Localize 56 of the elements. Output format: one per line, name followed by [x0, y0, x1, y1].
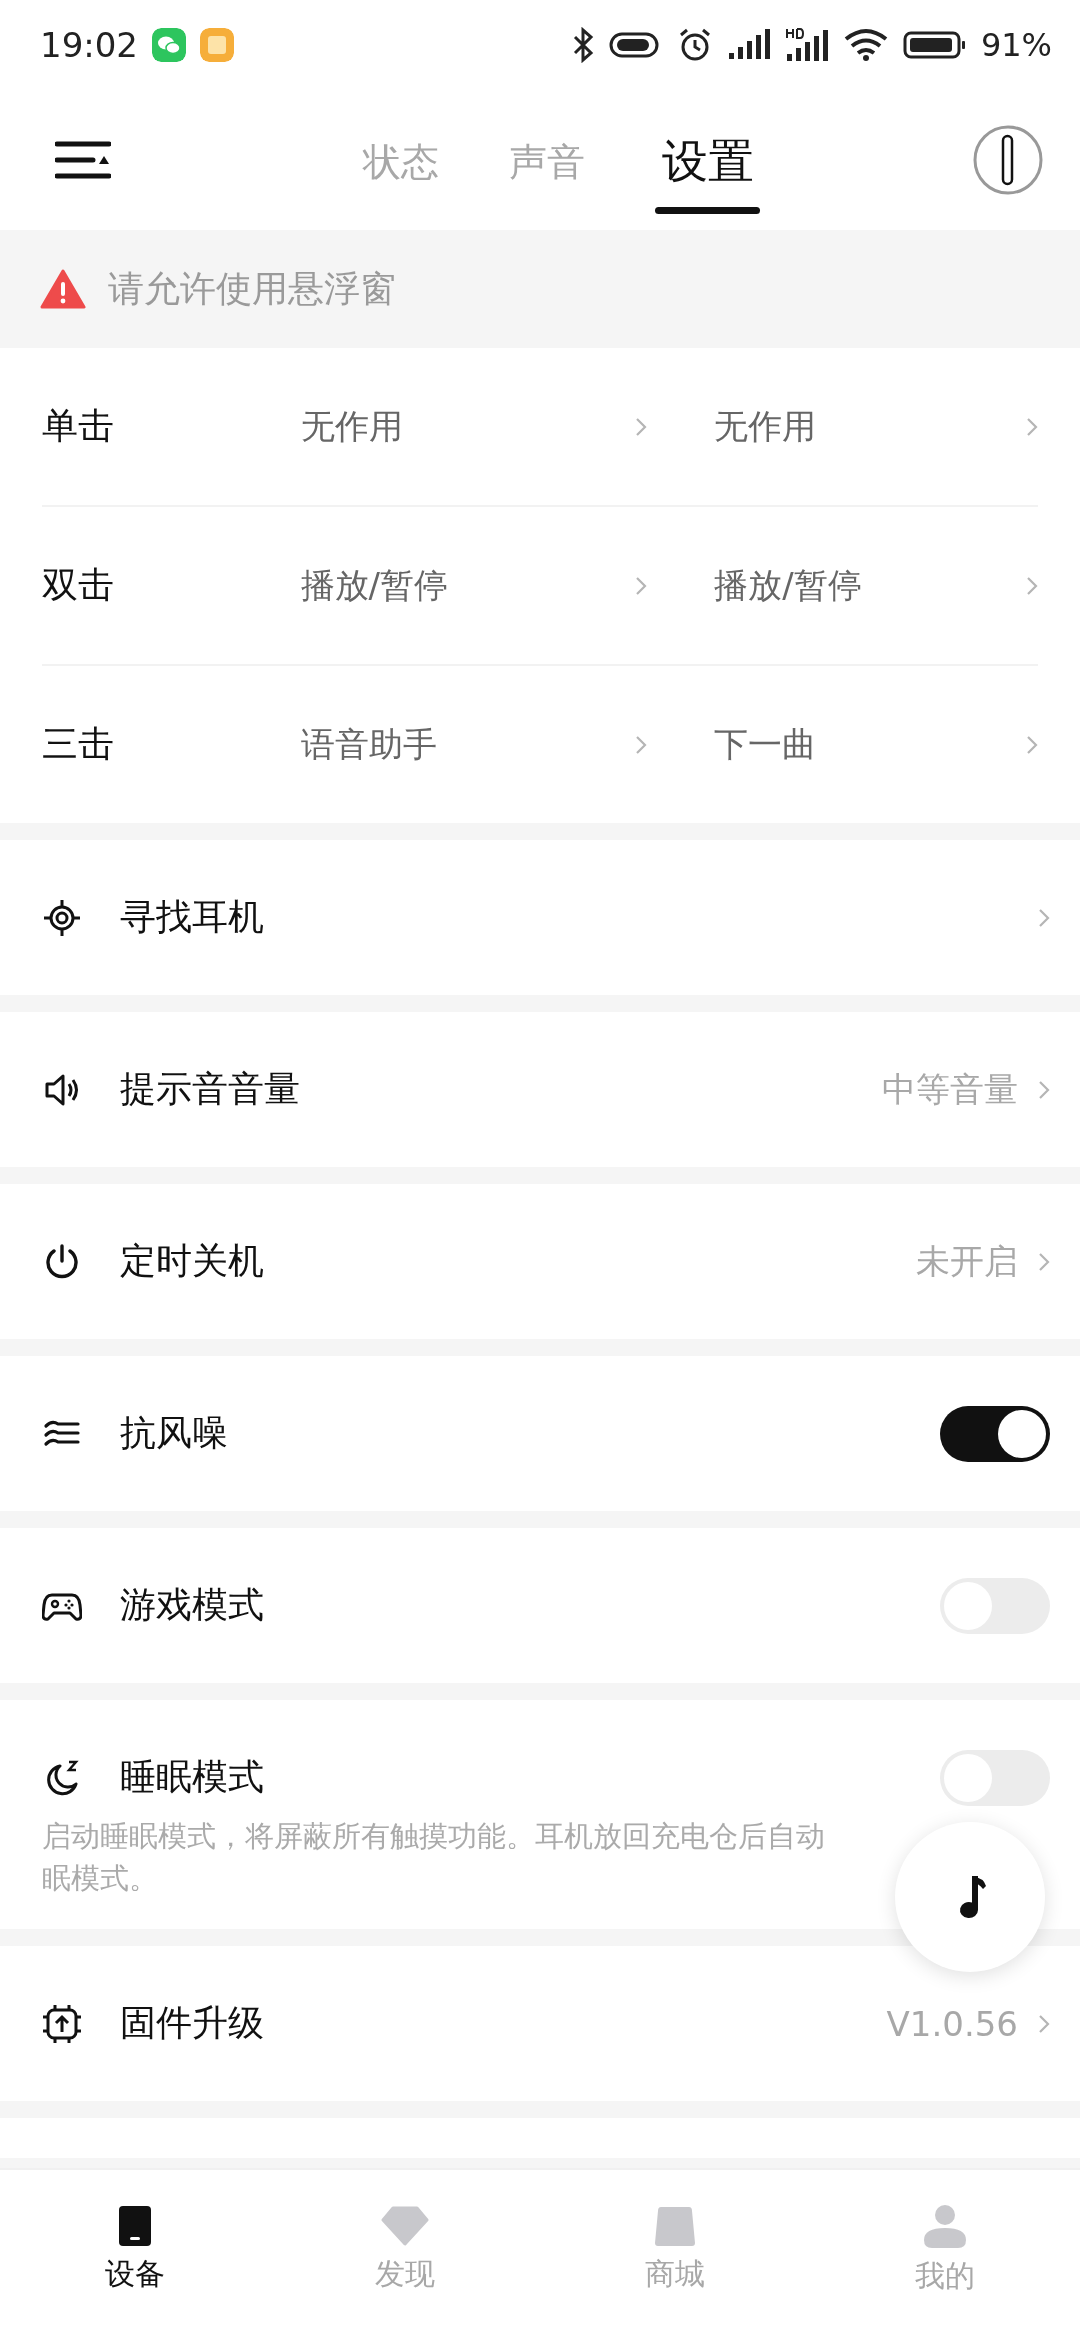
chevron-icon [1038, 907, 1050, 928]
setting-value: 未开启 [916, 1239, 1018, 1283]
person-icon [921, 2203, 969, 2248]
chevron-icon [1026, 416, 1038, 437]
chevron-icon [635, 734, 648, 755]
battery-icon [902, 30, 967, 60]
setting-card[interactable]: 提示音音量 中等音量 [0, 1012, 1080, 1167]
action-selector[interactable]: 播放/暂停 [714, 562, 1038, 609]
tab[interactable]: 设置 [655, 106, 760, 214]
setting-card[interactable]: 睡眠模式 启动睡眠模式，将屏蔽所有触摸功能。耳机放回充电仓后自动 眠模式。 [0, 1700, 1080, 1929]
action-selector[interactable]: 下一曲 [714, 721, 1038, 768]
chat-app-icon [152, 28, 186, 62]
warning-text: 请允许使用悬浮窗 [108, 266, 396, 311]
setting-label: 抗风噪 [120, 1411, 229, 1455]
setting-value: 中等音量 [882, 1067, 1018, 1111]
action-selector[interactable]: 无作用 [714, 403, 1038, 450]
gallery-app-icon [200, 28, 234, 62]
chevron-icon [635, 416, 648, 437]
setting-label: 提示音音量 [120, 1067, 301, 1111]
setting-description: 眠模式。 [42, 1860, 158, 1897]
setting-label: 睡眠模式 [120, 1755, 265, 1799]
setting-card[interactable]: 定时关机 未开启 [0, 1184, 1080, 1339]
setting-label: 定时关机 [120, 1239, 265, 1283]
chevron-icon [1038, 2013, 1050, 2034]
chevron-icon [1026, 734, 1038, 755]
setting-card[interactable]: 游戏模式 [0, 1528, 1080, 1683]
setting-description: 启动睡眠模式，将屏蔽所有触摸功能。耳机放回充电仓后自动 [42, 1818, 825, 1855]
action-selector[interactable]: 播放/暂停 [300, 562, 648, 609]
gesture-label: 三击 [42, 722, 115, 766]
signal-icon [726, 29, 771, 61]
gesture-label: 单击 [42, 404, 115, 448]
chevron-icon [1038, 1251, 1050, 1272]
setting-card[interactable]: 抗风噪 [0, 1356, 1080, 1511]
wifi-icon [842, 28, 889, 62]
battery-percent: 91% [980, 26, 1052, 64]
setting-card[interactable]: 寻找耳机 [0, 840, 1080, 995]
chevron-icon [635, 575, 648, 596]
setting-card[interactable]: 固件升级 V1.0.56 [0, 1946, 1080, 2101]
gesture-label: 双击 [42, 563, 115, 607]
chevron-icon [1026, 575, 1038, 596]
setting-label: 固件升级 [120, 2001, 265, 2045]
diamond-icon [381, 2205, 429, 2246]
action-selector[interactable]: 语音助手 [300, 721, 648, 768]
setting-label: 游戏模式 [120, 1583, 265, 1627]
hd-signal-icon [784, 28, 829, 62]
setting-value: V1.0.56 [886, 2003, 1018, 2044]
earbud-icon[interactable] [972, 124, 1044, 196]
bag-icon [653, 2205, 697, 2246]
action-selector[interactable]: 无作用 [300, 403, 648, 450]
target-icon [42, 897, 82, 938]
warning-icon [40, 269, 86, 309]
setting-label: 寻找耳机 [120, 895, 265, 939]
nav-item[interactable]: 设备 [0, 2170, 270, 2340]
chip-upload-icon [42, 2003, 82, 2044]
chevron-icon [1038, 1079, 1050, 1100]
status-time: 19:02 [40, 25, 138, 65]
